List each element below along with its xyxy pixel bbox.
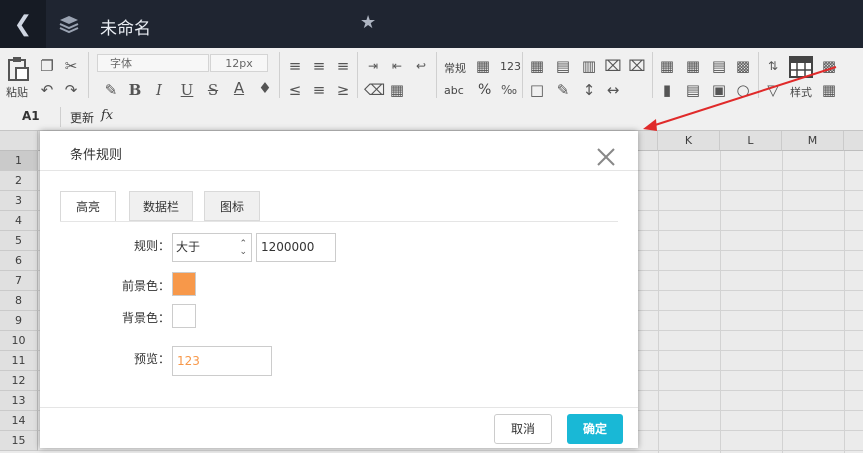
- filter-icon[interactable]: ▽: [764, 82, 782, 98]
- lock-icon[interactable]: ▣: [710, 82, 728, 98]
- close-icon[interactable]: [596, 147, 616, 167]
- document-title[interactable]: 未命名: [100, 14, 151, 39]
- filter-table-icon[interactable]: ▤: [684, 82, 702, 98]
- fill-color-icon[interactable]: ♦: [256, 80, 274, 96]
- date-format-icon[interactable]: ▦: [474, 58, 492, 74]
- rule-value-input[interactable]: 1200000: [256, 233, 336, 262]
- align-left-icon[interactable]: ≡: [286, 58, 304, 74]
- formula-bar: A1 更新 fx: [0, 104, 863, 131]
- format-text[interactable]: abc: [444, 84, 464, 97]
- bold-icon[interactable]: B: [126, 82, 144, 98]
- format-percent[interactable]: %: [478, 82, 491, 98]
- delete-row-icon[interactable]: ⌧: [604, 58, 622, 74]
- font-color-icon[interactable]: A: [230, 80, 248, 96]
- delete-col-icon[interactable]: ⌧: [628, 58, 646, 74]
- circle-icon[interactable]: ○: [734, 82, 752, 98]
- table-style-icon[interactable]: [789, 56, 813, 78]
- indent-increase-icon[interactable]: ⇥: [364, 58, 382, 74]
- insert-row-icon[interactable]: ▤: [554, 58, 572, 74]
- format-painter-icon[interactable]: ✎: [102, 82, 120, 98]
- update-button[interactable]: 更新: [70, 109, 94, 126]
- align-center-icon[interactable]: ≡: [310, 58, 328, 74]
- col-width-icon[interactable]: ↔: [604, 82, 622, 98]
- chevron-left-icon: ❮: [13, 11, 33, 37]
- border-icon[interactable]: □: [528, 82, 546, 98]
- italic-icon[interactable]: I: [150, 82, 168, 98]
- indent-decrease-icon[interactable]: ⇤: [388, 58, 406, 74]
- sort-icon[interactable]: ⇅: [764, 58, 782, 74]
- align-top-icon[interactable]: ≤: [286, 82, 304, 98]
- underline-icon[interactable]: U: [178, 82, 196, 98]
- style-label[interactable]: 样式: [790, 84, 812, 100]
- conditional-format-icon[interactable]: ▩: [820, 58, 838, 74]
- split-icon[interactable]: ▤: [710, 58, 728, 74]
- tab-databar[interactable]: 数据栏: [129, 191, 193, 221]
- align-bottom-icon[interactable]: ≥: [334, 82, 352, 98]
- paste-icon[interactable]: [6, 56, 30, 82]
- undo-icon[interactable]: ↶: [38, 82, 56, 98]
- format-regular[interactable]: 常规: [444, 60, 466, 76]
- table-icon[interactable]: ▦: [528, 58, 546, 74]
- condition-rule-icon[interactable]: ▦: [820, 82, 838, 98]
- star-icon[interactable]: ★: [360, 12, 376, 33]
- cell-reference[interactable]: A1: [22, 109, 40, 123]
- redo-icon[interactable]: ↷: [62, 82, 80, 98]
- paste-label[interactable]: 粘贴: [6, 84, 28, 100]
- insert-col-icon[interactable]: ▥: [580, 58, 598, 74]
- conditional-rule-dialog: 条件规则 高亮 数据栏 图标 规则： 大于 ⌃ ⌄ 1200000 前景色： 背景…: [40, 131, 638, 448]
- back-button[interactable]: ❮: [0, 0, 46, 48]
- font-size-select[interactable]: 12px: [210, 54, 268, 72]
- cancel-button[interactable]: 取消: [494, 414, 552, 444]
- background-color-label: 背景色：: [121, 311, 170, 325]
- top-bar: ❮ 未命名 ★: [0, 0, 863, 48]
- fx-icon[interactable]: fx: [101, 108, 113, 123]
- wrap-text-icon[interactable]: ↩: [412, 58, 430, 74]
- merge-cells-icon[interactable]: ▦: [388, 82, 406, 98]
- chart-icon[interactable]: ▮: [658, 82, 676, 98]
- foreground-color-swatch[interactable]: [172, 272, 196, 296]
- strikethrough-icon[interactable]: S: [204, 82, 222, 98]
- eraser-icon[interactable]: ⌫: [364, 82, 385, 98]
- tab-highlight[interactable]: 高亮: [60, 191, 116, 222]
- rule-operator-select[interactable]: 大于 ⌃ ⌄: [172, 233, 252, 262]
- chevron-updown-icon: ⌃ ⌄: [239, 239, 247, 257]
- cut-icon[interactable]: ✂: [62, 58, 80, 74]
- rule-operator-value: 大于: [176, 240, 201, 254]
- decimal-icon[interactable]: ‰: [500, 82, 518, 98]
- preview-label: 预览：: [133, 352, 170, 366]
- dialog-title: 条件规则: [70, 148, 123, 163]
- grid-icon[interactable]: ▦: [658, 58, 676, 74]
- foreground-color-label: 前景色：: [121, 279, 170, 293]
- pen-icon[interactable]: ✎: [554, 82, 572, 98]
- format-number[interactable]: 123: [500, 60, 521, 73]
- tab-icon-set[interactable]: 图标: [204, 191, 260, 221]
- layers-icon[interactable]: [58, 14, 80, 34]
- background-color-swatch[interactable]: [172, 304, 196, 328]
- font-family-select[interactable]: 字体: [97, 54, 209, 72]
- preview-box: 123: [172, 346, 272, 376]
- move-icon[interactable]: ▩: [734, 58, 752, 74]
- align-right-icon[interactable]: ≡: [334, 58, 352, 74]
- row-height-icon[interactable]: ↕: [580, 82, 598, 98]
- copy-icon[interactable]: ❐: [38, 58, 56, 74]
- align-middle-icon[interactable]: ≡: [310, 82, 328, 98]
- freeze-icon[interactable]: ▦: [684, 58, 702, 74]
- rule-label: 规则：: [133, 239, 170, 253]
- ok-button[interactable]: 确定: [567, 414, 623, 444]
